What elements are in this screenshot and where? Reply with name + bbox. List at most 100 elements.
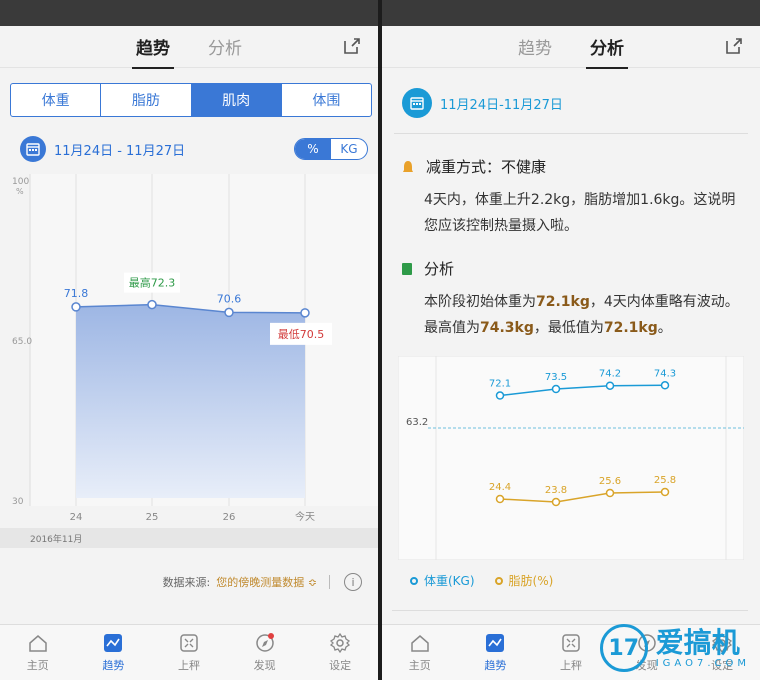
data-point [605, 381, 615, 390]
weight-fat-chart: 63.2 72.1 73.5 74.2 74.3 24.4 23.8 25.6 25.8 [398, 356, 744, 560]
status-bar [382, 0, 760, 26]
nav-trend-label: 趋势 [484, 659, 507, 672]
divider [394, 133, 748, 134]
y-tick-label: 100 [12, 177, 29, 187]
segment-circumference[interactable]: 体围 [282, 84, 371, 116]
legend-weight-label: 体重(KG) [424, 574, 475, 588]
segment-muscle[interactable]: 肌肉 [191, 84, 282, 116]
nav-home[interactable]: 主页 [0, 625, 76, 680]
data-label: 24.4 [489, 482, 511, 493]
data-label: 73.5 [545, 372, 567, 383]
data-label: 25.6 [599, 476, 621, 487]
y-tick-unit: % [16, 187, 24, 196]
weight-fat-line-chart: 63.2 72.1 73.5 74.2 74.3 24.4 23.8 25.6 25.8 [398, 356, 744, 560]
initial-weight: 72.1kg [536, 294, 590, 310]
nav-scale-label: 上秤 [559, 659, 582, 672]
nav-discover-label: 发现 [253, 659, 276, 672]
data-label: 74.3 [654, 368, 676, 379]
source-select[interactable]: 您的傍晚测量数据 ≎ [216, 574, 317, 590]
source-label: 数据来源: [162, 576, 211, 589]
share-icon[interactable] [342, 36, 362, 56]
tab-trend[interactable]: 趋势 [132, 28, 174, 69]
bottom-nav: 主页 趋势 上秤 发现 设定 [0, 624, 378, 680]
muscle-chart: 71.870.6最高72.3最低70.5100%65.030%242526今天2… [0, 170, 378, 550]
tab-analysis[interactable]: 分析 [586, 28, 628, 69]
nav-trend-label: 趋势 [102, 659, 125, 672]
share-icon[interactable] [724, 36, 744, 56]
y-tick-label: 65.0 [12, 337, 32, 347]
fat-marker-icon [494, 576, 503, 585]
data-label: 71.8 [64, 287, 89, 300]
nav-trend[interactable]: 趋势 [76, 625, 152, 680]
calendar-icon [20, 136, 46, 162]
nav-trend[interactable]: 趋势 [458, 625, 534, 680]
nav-home-label: 主页 [408, 659, 431, 672]
data-label: 23.8 [545, 485, 567, 496]
min-label: 最低70.5 [278, 328, 325, 341]
trend-icon [486, 634, 505, 652]
info-icon[interactable]: i [344, 573, 362, 591]
top-tabs: 趋势 分析 [0, 26, 378, 69]
tab-analysis[interactable]: 分析 [204, 28, 246, 65]
x-tick-label: 25 [146, 512, 159, 523]
section-body: 本阶段初始体重为72.1kg，4天内体重略有波动。最高值为74.3kg，最低值为… [402, 289, 744, 341]
reference-label: 63.2 [406, 417, 428, 428]
x-axis-band [0, 506, 378, 528]
segment-weight[interactable]: 体重 [11, 84, 102, 116]
weight-marker-icon [410, 576, 418, 585]
scale-icon [562, 634, 580, 652]
legend-weight: 体重(KG) [410, 572, 475, 589]
data-point [495, 391, 505, 400]
muscle-area-chart: 71.870.6最高72.3最低70.5100%65.030%242526今天2… [0, 174, 378, 548]
section-title: 减重方式：不健康 [426, 158, 547, 176]
section-body: 4天内，体重上升2.2kg，脂肪增加1.6kg。这说明您应该控制热量摄入啦。 [424, 192, 736, 234]
unit-kg[interactable]: KG [331, 139, 367, 159]
data-point [495, 494, 505, 504]
data-label: 72.1 [489, 379, 511, 390]
data-point [300, 308, 310, 318]
data-point [224, 307, 234, 318]
plot-area [398, 356, 744, 560]
nav-discover[interactable]: 发现 [227, 625, 303, 680]
watermark-logo: 17 [599, 624, 648, 672]
max-weight: 74.3kg [480, 320, 534, 336]
date-range-label: 11月24日-11月27日 [440, 97, 563, 113]
date-range-row[interactable]: 11月24日 - 11月27日 [20, 136, 185, 162]
top-tabs: 趋势 分析 [382, 26, 760, 69]
data-point [147, 299, 157, 310]
legend-fat: 脂肪(%) [494, 572, 553, 589]
nav-scale[interactable]: 上秤 [151, 625, 227, 680]
data-point [660, 381, 670, 390]
tab-trend[interactable]: 趋势 [514, 28, 556, 65]
text: 。 [657, 320, 672, 336]
watermark: 17 爱搞机 IGAO7.COM [599, 624, 750, 672]
calendar-icon [402, 88, 432, 118]
data-point [660, 487, 670, 497]
x-tick-label: 24 [70, 512, 83, 523]
nav-scale[interactable]: 上秤 [533, 625, 609, 680]
date-range-label: 11月24日 - 11月27日 [54, 143, 186, 159]
analysis-section: 分析 本阶段初始体重为72.1kg，4天内体重略有波动。最高值为74.3kg，最… [402, 258, 744, 341]
segment-fat[interactable]: 脂肪 [101, 84, 192, 116]
data-label: 74.2 [599, 369, 621, 380]
x-tick-label: 26 [223, 512, 236, 523]
nav-settings[interactable]: 设定 [302, 625, 378, 680]
unit-percent[interactable]: % [295, 139, 331, 159]
nav-scale-label: 上秤 [177, 659, 200, 672]
x-tick-label: 今天 [295, 510, 315, 523]
month-label: 2016年11月 [30, 533, 82, 545]
divider [329, 575, 330, 589]
text: ，最低值为 [533, 320, 604, 336]
data-label: 25.8 [654, 475, 676, 486]
home-icon [29, 635, 47, 652]
date-range-row[interactable]: 11月24日-11月27日 [402, 88, 563, 118]
trend-screen: 趋势 分析 体重 脂肪 肌肉 体围 11月24日 - 11月27日 % KG 7… [0, 0, 378, 680]
data-point [551, 384, 561, 394]
watermark-text: 爱搞机 [655, 625, 740, 659]
nav-home-label: 主页 [26, 659, 49, 672]
trend-icon [104, 634, 123, 652]
home-icon [411, 635, 429, 652]
nav-home[interactable]: 主页 [382, 625, 458, 680]
nav-settings-label: 设定 [329, 659, 352, 672]
data-label: 70.6 [217, 292, 242, 305]
